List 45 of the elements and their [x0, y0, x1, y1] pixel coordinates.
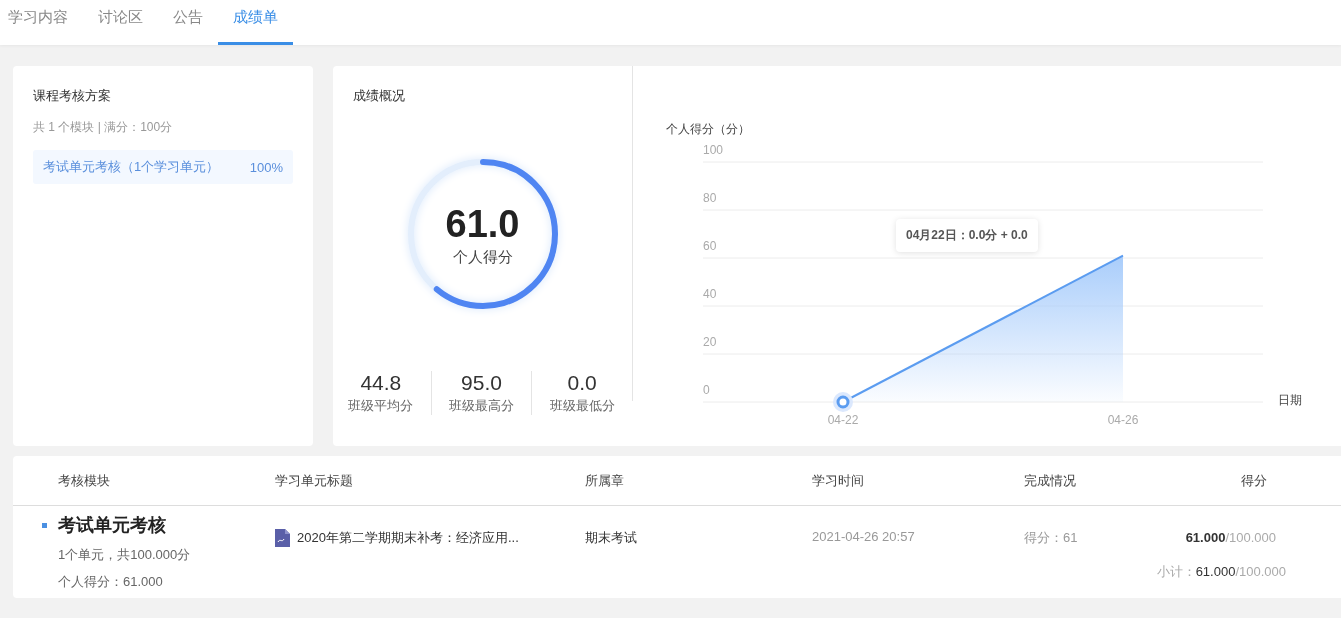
column-header: 得分	[1240, 471, 1268, 490]
card-title: 课程考核方案	[33, 87, 112, 105]
stat-value: 44.8	[360, 371, 402, 395]
column-header: 学习时间	[812, 471, 865, 490]
x-tick-label: 04-22	[827, 413, 859, 427]
card-title: 成绩概况	[353, 87, 406, 105]
module-name: 考试单元考核	[58, 514, 166, 537]
stat-label: 班级最高分	[449, 397, 514, 415]
y-tick-label: 100	[703, 143, 724, 157]
score-value: 61.000/100.000	[1185, 530, 1276, 545]
x-tick-label: 04-26	[1107, 413, 1139, 427]
tab[interactable]: 讨论区	[83, 0, 158, 45]
document-icon	[275, 529, 290, 547]
tab[interactable]: 学习内容	[0, 0, 83, 45]
table-cell: 期末考试	[585, 529, 637, 547]
subtotal: 小计：61.000/100.000	[1156, 563, 1286, 581]
module-item[interactable]: 考试单元考核（1个学习单元） 100%	[33, 150, 293, 184]
tab[interactable]: 公告	[158, 0, 218, 45]
bullet-icon	[42, 522, 47, 528]
table-cell: 2021-04-26 20:57	[812, 529, 915, 544]
y-tick-label: 60	[703, 239, 717, 253]
score-label: 个人得分	[452, 247, 513, 267]
stat-label: 班级平均分	[348, 397, 414, 415]
y-axis-title: 个人得分（分）	[666, 122, 750, 136]
y-tick-label: 80	[703, 191, 717, 205]
module-personal-score: 个人得分：61.000	[58, 573, 164, 591]
personal-score: 61.0	[445, 201, 520, 246]
y-tick-label: 0	[703, 383, 710, 397]
module-units: 1个单元，共100.000分	[58, 546, 192, 564]
y-tick-label: 20	[703, 335, 717, 349]
point-marker[interactable]	[833, 392, 853, 412]
stat-value: 95.0	[461, 371, 502, 395]
column-header: 考核模块	[57, 471, 111, 490]
column-header: 学习单元标题	[275, 471, 354, 490]
column-header: 所属章	[585, 471, 625, 490]
y-tick-label: 40	[703, 287, 717, 301]
column-header: 完成情况	[1024, 471, 1077, 490]
table-cell: 得分：61	[1024, 529, 1078, 547]
tab[interactable]: 成绩单	[218, 0, 293, 45]
stat-value: 0.0	[567, 371, 597, 395]
unit-title-link[interactable]: 2020年第二学期期末补考：经济应用...	[297, 529, 519, 547]
x-axis-title: 日期	[1278, 393, 1302, 407]
scheme-summary: 共 1 个模块 | 满分：100分	[33, 119, 174, 136]
stat-label: 班级最低分	[549, 397, 615, 415]
chart-tooltip: 04月22日：0.0分 + 0.0	[896, 219, 1038, 252]
